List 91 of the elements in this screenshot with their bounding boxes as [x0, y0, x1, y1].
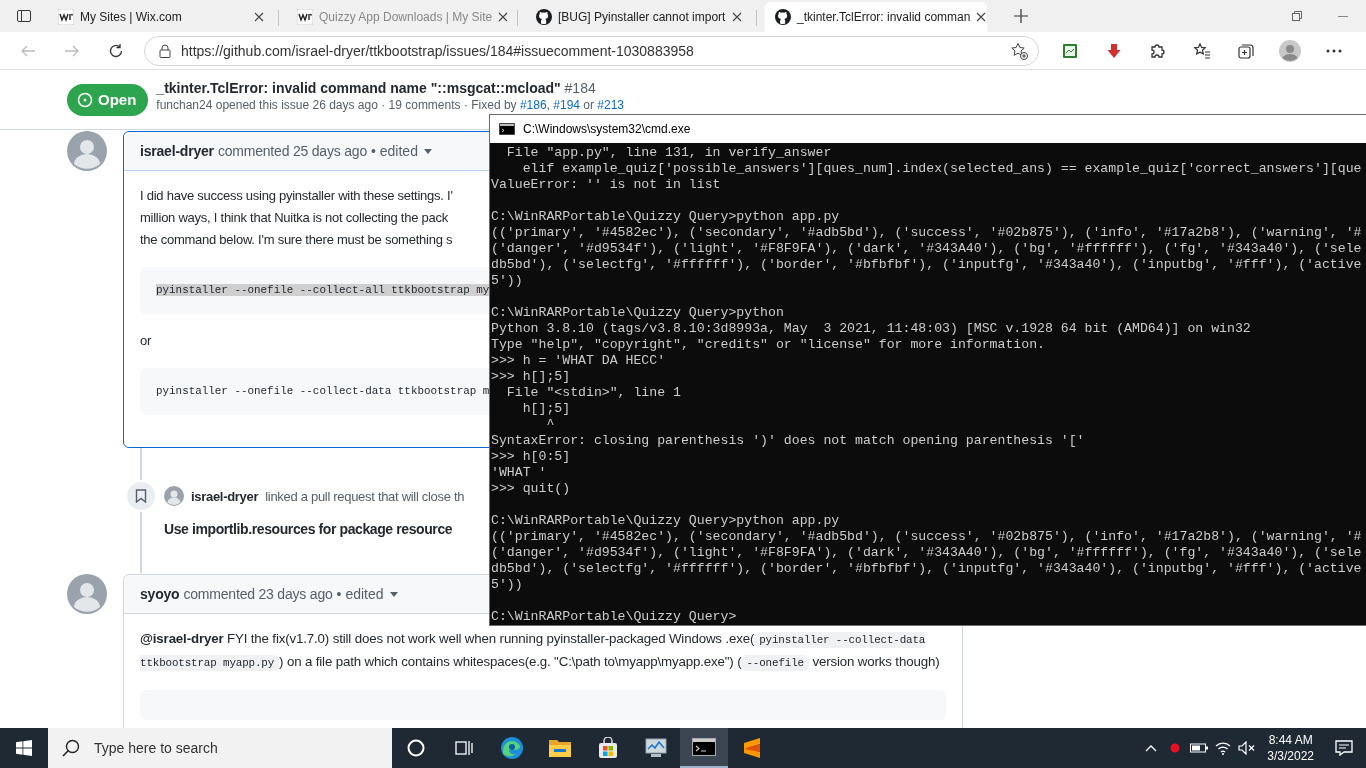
speaker-muted-icon[interactable] [1238, 741, 1257, 755]
comment-time: commented 23 days ago [183, 586, 333, 602]
console-line: >>> h[];5] [491, 369, 572, 385]
chevron-up-icon[interactable] [1145, 744, 1158, 752]
wifi-icon[interactable] [1215, 741, 1232, 755]
caret-icon [389, 591, 398, 597]
console-line: File "<stdin>", line 1 [505, 385, 682, 401]
console-line: SyntaxError: closing parenthesis ')' does not match opening parenthesis '[' [491, 433, 1086, 449]
pull-request-title[interactable]: Use importlib.resources for package resource [164, 521, 453, 537]
console-line: 5')) [491, 577, 524, 593]
issue-title: _tkinter.TclError: invalid command name "::msgcat::mcload" #184 [156, 80, 597, 96]
comment-text: or [140, 332, 152, 350]
folder-icon[interactable] [548, 737, 572, 759]
console-line: Type "help", "copyright", "credits" or "license" for more information. [491, 337, 1046, 353]
console-line: elif example_quiz['possible_answers'][ques_num].index(selected_ans) == example_quiz['correct_answers'][que [521, 161, 1363, 177]
caret-icon [423, 148, 432, 154]
battery-icon[interactable] [1190, 743, 1209, 753]
console-line: 'WHAT ' [491, 465, 548, 481]
edge-browser-icon[interactable] [500, 736, 524, 760]
open-issue-icon [77, 91, 93, 108]
issue-link[interactable]: #194 [553, 97, 580, 112]
taskbar-clock[interactable]: 8:44 AM 3/3/2022 [1259, 732, 1322, 764]
comment-time: commented 25 days ago [217, 143, 367, 159]
console-line: ^ [545, 417, 556, 433]
terminal-icon[interactable] [692, 738, 716, 756]
profile-avatar-icon[interactable] [1279, 39, 1301, 62]
comment-author[interactable]: israel-dryer [140, 143, 214, 159]
favorites-icon[interactable] [1193, 41, 1211, 60]
console-line: ('danger', '#d9534f'), ('light', '#F8F9FA'), ('dark', '#343A40'), ('bg', '#ffffff'), ('fg', '#343a40'), ('sele [491, 545, 1363, 561]
sheet-extension-icon[interactable] [1062, 42, 1078, 59]
user-mention-link[interactable]: @israel-dryer [140, 631, 224, 646]
github-logo-icon [536, 9, 552, 25]
issue-meta: funchan24 opened this issue 26 days ago · 19 comments · Fixed by #186, #194 or #213 [156, 97, 625, 113]
status-dot-icon[interactable] [1170, 743, 1181, 753]
wix-logo-icon [297, 9, 313, 25]
console-line: File "app.py", line 131, in verify_answer [505, 145, 833, 161]
more-options-icon[interactable] [1326, 48, 1342, 53]
comment-author[interactable]: syoyo [140, 586, 180, 602]
close-icon[interactable] [976, 12, 987, 22]
console-line: Python 3.8.10 (tags/v3.8.10:3d8993a, May 3 2021, 11:48:03) [MSC v.1928 64 bit (AMD64)] on win32 [491, 321, 1252, 337]
console-app-icon [499, 123, 515, 135]
user-avatar [67, 131, 107, 171]
event-text: linked a pull request that will close th [265, 488, 465, 504]
console-line: C:\WinRARPortable\Quizzy Query>python app.py [491, 209, 841, 225]
edited-dropdown[interactable]: • edited [336, 586, 398, 602]
search-icon [62, 739, 80, 757]
cortana-circle-icon[interactable] [407, 739, 425, 757]
close-icon[interactable] [732, 12, 742, 22]
console-line: C:\WinRARPortable\Quizzy Query>python app.py [491, 513, 841, 529]
console-line: (('primary', '#4582ec'), ('secondary', '#adb5bd'), ('success', '#02b875'), ('info', '#17a2b8'), ('warning', '# [491, 529, 1363, 545]
console-line: ValueError: '' is not in list [491, 177, 722, 193]
browser-tab[interactable]: _tkinter.TclError: invalid comman [765, 2, 987, 32]
user-avatar [67, 574, 107, 614]
sublime-text-icon[interactable] [742, 737, 762, 759]
comment-text: I did have success using pyinstaller with these settings. I' million ways, I think that Nuitka is not collecting the pack the command below. I'm sure there must be something s [140, 187, 453, 249]
console-line: >>> quit() [491, 481, 572, 497]
event-author[interactable]: israel-dryer [191, 488, 259, 504]
github-logo-icon [775, 9, 791, 25]
close-icon[interactable] [498, 12, 509, 22]
tab-actions-icon[interactable] [16, 8, 32, 24]
console-line: >>> h[0:5] [491, 449, 572, 465]
collections-icon[interactable] [1237, 41, 1255, 60]
bookmark-icon [135, 489, 147, 503]
console-line: db5bd'), ('selectfg', '#ffffff'), ('border', '#bfbfbf'), ('inputfg', '#343a40'), ('inputbg', '#fff'), ('active [491, 561, 1363, 577]
wix-logo-icon [58, 9, 74, 25]
task-view-icon[interactable] [455, 739, 473, 757]
console-line: 5')) [491, 273, 524, 289]
console-line: ('danger', '#d9534f'), ('light', '#F8F9FA'), ('dark', '#343A40'), ('bg', '#ffffff'), ('fg', '#343a40'), ('sele [491, 241, 1363, 257]
issue-link[interactable]: #213 [597, 97, 625, 112]
notifications-icon[interactable] [1335, 740, 1353, 756]
issue-link[interactable]: #186 [519, 97, 547, 112]
lock-icon [159, 43, 171, 58]
windows-start-icon[interactable] [16, 740, 32, 756]
console-line: (('primary', '#4582ec'), ('secondary', '#adb5bd'), ('success', '#02b875'), ('info', '#17a2b8'), ('warning', '# [491, 225, 1363, 241]
close-icon[interactable] [254, 12, 264, 22]
console-title: C:\Windows\system32\cmd.exe [523, 122, 691, 136]
favorite-add-icon[interactable] [1010, 41, 1028, 60]
new-tab-icon[interactable] [1014, 9, 1028, 23]
monitor-app-icon[interactable] [644, 737, 668, 759]
store-bag-icon[interactable] [597, 737, 619, 759]
taskbar-search-box[interactable]: Type here to search [48, 728, 392, 768]
puzzle-piece-icon[interactable] [1149, 41, 1167, 60]
download-arrow-icon[interactable] [1106, 42, 1122, 59]
console-line: >>> h = 'WHAT DA HECC' [491, 353, 667, 369]
console-line: C:\WinRARPortable\Quizzy Query> [491, 609, 738, 625]
window-restore-icon[interactable] [1292, 11, 1302, 21]
edited-dropdown[interactable]: • edited [371, 143, 432, 159]
refresh-icon[interactable] [108, 42, 124, 59]
comment-text: @israel-dryer FYI the fix(v1.7.0) still does not work well when running pyinstaller-packaged Windows .exe( pyinstaller --collect-data ttkbootstrap myapp.py ) on a file path which contains whitespaces(e.g. "C:\path to\myapp\myapp.exe") ( --onefile version works though) [140, 630, 941, 673]
small-avatar [164, 486, 184, 506]
console-line: h[];5] [521, 401, 572, 417]
